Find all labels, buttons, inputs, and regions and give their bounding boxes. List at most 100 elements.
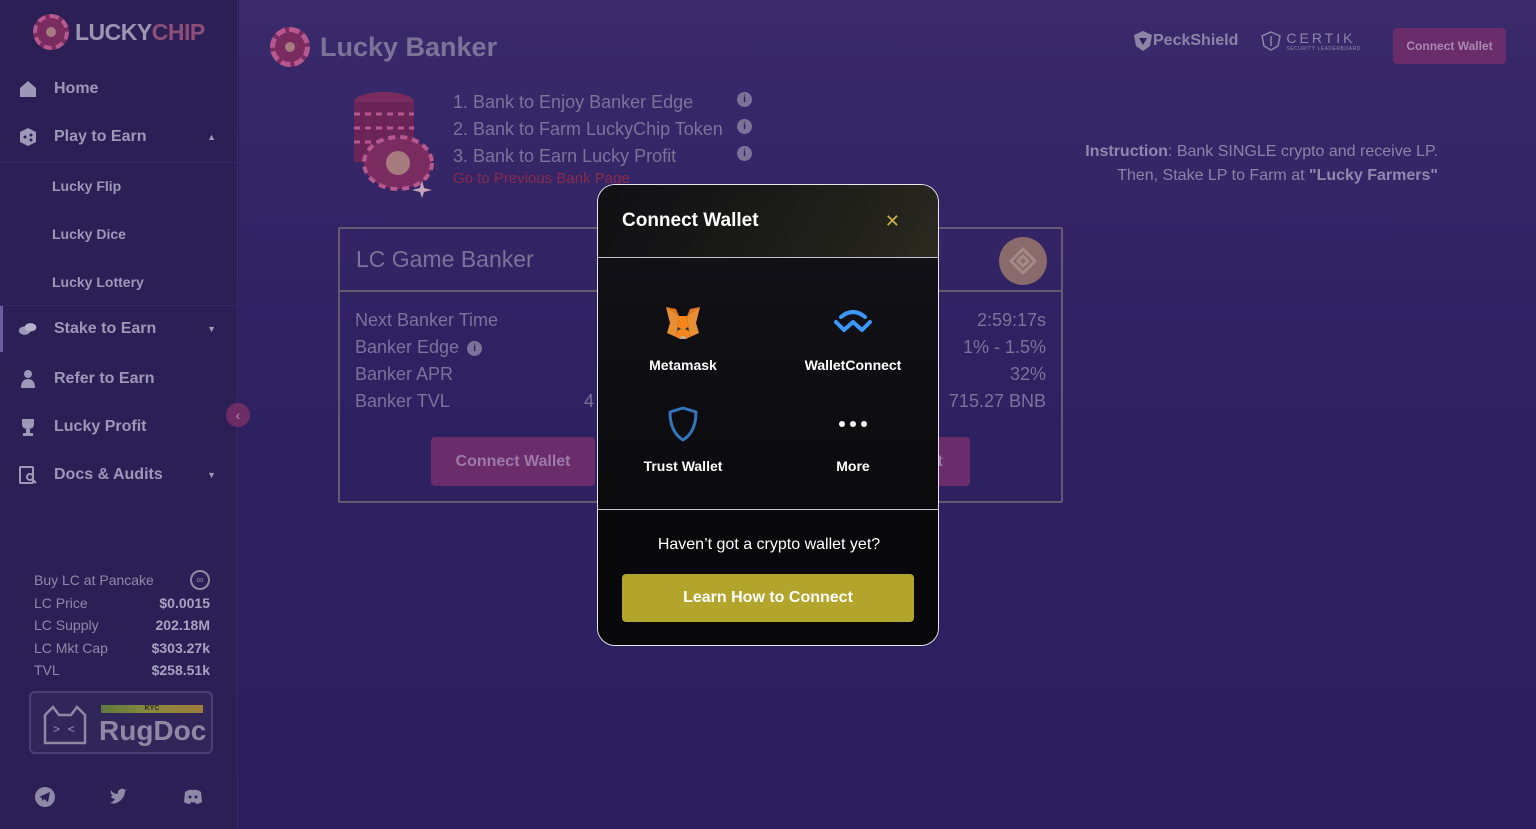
trust-wallet-shield-icon [663, 404, 703, 444]
chip-stack-illustration [354, 92, 434, 198]
card-title: LC Game Banker [356, 246, 534, 272]
sidebar-item-label: Play to Earn [54, 128, 147, 145]
svg-text:> <: > < [53, 722, 75, 736]
sidebar-item-lucky-flip[interactable]: Lucky Flip [52, 178, 121, 194]
stat-value: $258.51k [151, 662, 210, 679]
info-icon[interactable]: i [737, 92, 752, 107]
peckshield-shield-icon [1134, 31, 1152, 51]
instruction-label: Instruction [1085, 143, 1168, 160]
certik-logo[interactable]: CERTIK SECURITY LEADERBOARD [1260, 30, 1360, 52]
step-3: 3. Bank to Earn Lucky Profit [453, 146, 677, 166]
row-value: 1% - 1.5% [962, 337, 1046, 357]
peckshield-logo[interactable]: PeckShield [1133, 30, 1238, 52]
user-icon [18, 369, 38, 389]
modal-header: Connect Wallet ✕ [598, 185, 938, 258]
stat-value: $0.0015 [159, 594, 210, 611]
instruction-line-1: : Bank SINGLE crypto and receive LP. [1167, 143, 1438, 160]
discord-icon[interactable] [182, 786, 204, 808]
sidebar-item-home[interactable]: Home [0, 66, 238, 112]
dice-icon [18, 127, 38, 147]
luckychip-logo-icon [270, 27, 310, 67]
chevron-down-icon: ▼ [207, 324, 216, 334]
sidebar-item-label: Refer to Earn [54, 370, 155, 387]
brand-name: LUCKYCHIP [75, 18, 205, 45]
sidebar-item-play-to-earn[interactable]: Play to Earn ▲ [0, 114, 238, 160]
wallet-option-trust-wallet[interactable]: Trust Wallet [608, 404, 758, 474]
divider [0, 162, 238, 163]
certik-label: CERTIK [1286, 30, 1356, 46]
telegram-icon[interactable] [34, 786, 56, 808]
instruction-line-2: Then, Stake LP to Farm at [1117, 167, 1309, 184]
sidebar-item-label: Lucky Profit [54, 418, 147, 435]
page-header: Lucky Banker [270, 27, 497, 67]
page-title: Lucky Banker [320, 31, 498, 62]
row-value: 32% [1009, 364, 1046, 384]
chevron-down-icon: ▼ [207, 470, 216, 480]
close-icon[interactable]: ✕ [885, 211, 900, 232]
wallet-options: Metamask WalletConnect Trust Wallet More [598, 259, 938, 509]
peckshield-label: PeckShield [1153, 32, 1239, 49]
metamask-fox-icon [663, 303, 703, 343]
stat-row-supply: LC Supply 202.18M [34, 614, 210, 637]
sidebar: LUCKYCHIP Home Play to Earn ▲ Lucky Flip… [0, 0, 238, 829]
buy-lc-link[interactable]: Buy LC at Pancake ∞ [34, 569, 210, 592]
more-dots-icon [833, 404, 873, 444]
info-icon[interactable]: i [467, 340, 483, 356]
sidebar-item-lucky-dice[interactable]: Lucky Dice [52, 226, 126, 242]
sidebar-item-label: Docs & Audits [54, 466, 163, 483]
token-stats: Buy LC at Pancake ∞ LC Price $0.0015 LC … [34, 569, 210, 682]
brand-logo[interactable]: LUCKYCHIP [33, 14, 205, 50]
pancakeswap-icon[interactable]: ∞ [190, 570, 210, 591]
stat-row-price: LC Price $0.0015 [34, 592, 210, 615]
kyc-label: KYC [101, 705, 203, 713]
no-wallet-text: Haven’t got a crypto wallet yet? [657, 536, 881, 553]
learn-how-to-connect-button[interactable]: Learn How to Connect [622, 574, 914, 622]
wallet-option-walletconnect[interactable]: WalletConnect [778, 303, 928, 373]
sidebar-item-lucky-profit[interactable]: Lucky Profit [0, 404, 238, 450]
sidebar-item-lucky-lottery[interactable]: Lucky Lottery [52, 274, 144, 290]
header-connect-wallet-button[interactable]: Connect Wallet [1393, 28, 1506, 64]
stat-label: LC Price [34, 594, 88, 611]
step-2: 2. Bank to Farm LuckyChip Token [453, 119, 723, 139]
info-icon[interactable]: i [737, 146, 752, 161]
rugdoc-kyc-badge[interactable]: > < KYC RugDoc [29, 691, 213, 754]
banker-steps: 1. Bank to Enjoy Banker Edge 2. Bank to … [453, 89, 723, 170]
wallet-option-metamask[interactable]: Metamask [608, 303, 758, 373]
info-icon[interactable]: i [737, 119, 752, 134]
connect-wallet-modal: Connect Wallet ✕ Metamask WalletConnect … [597, 184, 939, 646]
stat-row-mkt-cap: LC Mkt Cap $303.27k [34, 637, 210, 660]
certik-sub-label: SECURITY LEADERBOARD [1286, 46, 1361, 52]
stat-value: 202.18M [155, 617, 210, 634]
row-label: Banker TVL [355, 391, 450, 411]
row-value: 2:59:17s [976, 310, 1046, 330]
stat-label: LC Supply [34, 617, 99, 634]
walletconnect-icon [833, 303, 873, 343]
wallet-option-more[interactable]: More [778, 404, 928, 474]
trophy-icon [18, 417, 38, 437]
coins-icon [18, 319, 38, 339]
rugdoc-cat-icon: > < [43, 705, 87, 745]
sidebar-item-docs-audits[interactable]: Docs & Audits ▼ [0, 452, 238, 498]
tvl-partial-value: 4 [584, 391, 595, 411]
step-1: 1. Bank to Enjoy Banker Edge [453, 92, 694, 112]
instruction-text: Instruction: Bank SINGLE crypto and rece… [1085, 140, 1438, 188]
rugdoc-name: RugDoc [99, 715, 207, 746]
modal-footer: Haven’t got a crypto wallet yet? Learn H… [598, 509, 938, 645]
sidebar-item-label: Home [54, 80, 99, 97]
chevron-left-icon: ‹ [235, 407, 241, 423]
sidebar-item-stake-to-earn[interactable]: Stake to Earn ▼ [0, 306, 238, 352]
twitter-icon[interactable] [108, 786, 130, 808]
lucky-farmers-link[interactable]: "Lucky Farmers" [1309, 167, 1438, 184]
row-value: 715.27 BNB [948, 391, 1046, 411]
modal-title: Connect Wallet [622, 210, 759, 231]
row-label: Banker Edge [355, 337, 460, 357]
card-connect-wallet-button[interactable]: Connect Wallet [431, 437, 595, 486]
wallet-label: More [836, 458, 870, 474]
document-search-icon [18, 465, 38, 485]
sidebar-item-refer-to-earn[interactable]: Refer to Earn [0, 356, 238, 402]
wallet-label: Trust Wallet [643, 458, 723, 474]
stat-label: TVL [34, 662, 60, 679]
collapse-sidebar-button[interactable]: ‹ [226, 403, 250, 427]
buy-lc-label: Buy LC at Pancake [34, 572, 154, 589]
certik-icon [1261, 31, 1282, 51]
